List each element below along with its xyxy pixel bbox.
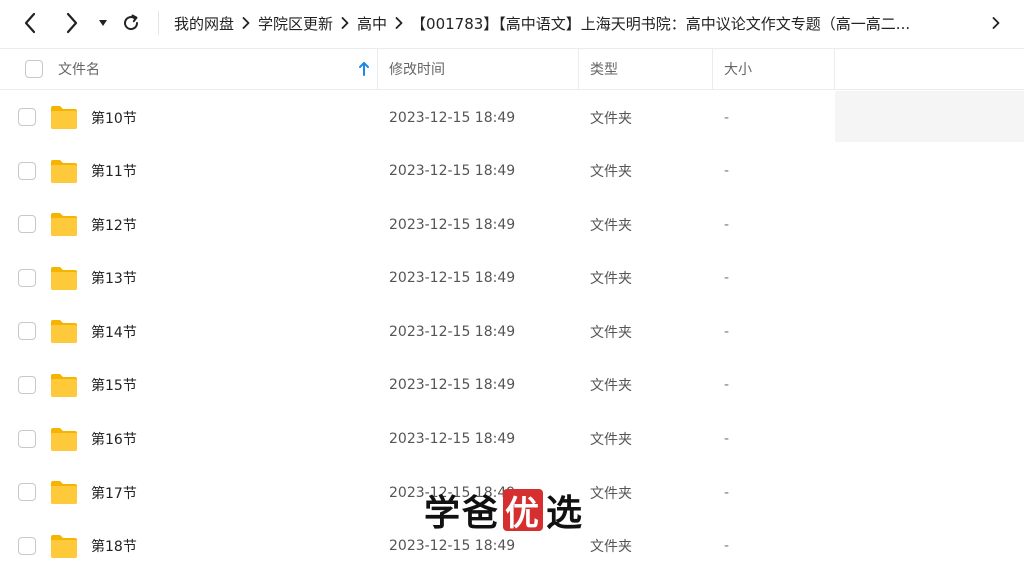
column-header-modified-label: 修改时间	[389, 62, 445, 78]
row-type: 文件夹	[590, 110, 632, 127]
row-name: 第13节	[91, 271, 137, 288]
row-size: -	[724, 538, 730, 555]
column-header-type[interactable]: 类型	[579, 49, 713, 89]
row-type: 文件夹	[590, 539, 632, 556]
column-header-size[interactable]: 大小	[713, 49, 835, 89]
row-modified: 2023-12-15 18:49	[389, 377, 516, 394]
table-row[interactable]: 第15节 2023-12-15 18:49 文件夹 -	[0, 359, 1024, 413]
folder-icon	[51, 427, 77, 451]
forward-button[interactable]	[56, 0, 88, 46]
table-row[interactable]: 第16节 2023-12-15 18:49 文件夹 -	[0, 413, 1024, 467]
column-header-type-label: 类型	[590, 62, 618, 78]
watermark-highlight: 优	[503, 489, 544, 534]
row-name: 第16节	[91, 432, 137, 449]
refresh-icon	[124, 14, 139, 31]
folder-icon	[51, 373, 77, 397]
row-size: -	[724, 431, 730, 448]
row-name: 第12节	[91, 217, 137, 234]
row-checkbox[interactable]	[18, 161, 36, 180]
folder-icon	[51, 481, 77, 505]
table-row[interactable]: 第13节 2023-12-15 18:49 文件夹 -	[0, 252, 1024, 306]
row-modified: 2023-12-15 18:49	[389, 216, 516, 233]
row-name: 第14节	[91, 324, 137, 341]
folder-icon	[51, 213, 77, 237]
row-type: 文件夹	[590, 324, 632, 341]
row-modified: 2023-12-15 18:49	[389, 323, 516, 340]
chevron-left-icon	[24, 12, 36, 34]
row-modified: 2023-12-15 18:49	[389, 163, 516, 180]
row-name: 第15节	[91, 378, 137, 395]
chevron-right-icon	[234, 17, 258, 29]
folder-icon	[51, 534, 77, 558]
row-checkbox[interactable]	[18, 322, 36, 341]
row-type: 文件夹	[590, 164, 632, 181]
column-header-modified[interactable]: 修改时间	[378, 49, 579, 89]
row-name: 第18节	[91, 539, 137, 556]
chevron-right-icon	[66, 12, 78, 34]
toolbar-divider	[158, 11, 159, 35]
watermark: 学爸 优 选	[424, 485, 584, 535]
row-size: -	[724, 216, 730, 233]
folder-icon	[51, 320, 77, 344]
watermark-text-1: 学爸	[424, 493, 501, 534]
table-row[interactable]: 第11节 2023-12-15 18:49 文件夹 -	[0, 145, 1024, 199]
folder-icon	[51, 266, 77, 290]
row-checkbox[interactable]	[18, 536, 36, 555]
row-size: -	[724, 270, 730, 287]
row-type: 文件夹	[590, 432, 632, 449]
row-checkbox[interactable]	[18, 215, 36, 234]
arrow-up-icon[interactable]	[358, 61, 370, 77]
row-modified: 2023-12-15 18:49	[389, 270, 516, 287]
column-header-name[interactable]: 文件名	[0, 49, 378, 89]
row-checkbox[interactable]	[18, 483, 36, 502]
chevron-right-icon	[992, 17, 1000, 29]
breadcrumb-more-button[interactable]	[984, 0, 1008, 46]
row-modified: 2023-12-15 18:49	[389, 431, 516, 448]
row-checkbox[interactable]	[18, 268, 36, 287]
chevron-right-icon	[387, 17, 411, 29]
toolbar: 我的网盘 学院区更新 高中 【001783】【高中语文】上海天明书院：高中议论文…	[0, 0, 1024, 46]
folder-icon	[51, 106, 77, 129]
row-checkbox[interactable]	[18, 108, 36, 126]
row-type: 文件夹	[590, 271, 632, 288]
row-size: -	[724, 484, 730, 501]
row-name: 第11节	[91, 164, 137, 181]
row-type: 文件夹	[590, 485, 632, 502]
row-checkbox[interactable]	[18, 375, 36, 394]
row-modified: 2023-12-15 18:49	[389, 109, 516, 126]
breadcrumb-item-high-school[interactable]: 高中	[357, 13, 387, 34]
history-dropdown-button[interactable]	[94, 0, 112, 46]
row-name: 第10节	[91, 110, 137, 127]
row-checkbox[interactable]	[18, 429, 36, 448]
breadcrumb-item-academy-updates[interactable]: 学院区更新	[258, 13, 333, 34]
row-type: 文件夹	[590, 217, 632, 234]
file-list-header: 文件名 修改时间 类型 大小	[0, 48, 1024, 90]
column-header-size-label: 大小	[724, 62, 752, 78]
caret-down-icon	[99, 20, 107, 26]
breadcrumb: 我的网盘 学院区更新 高中 【001783】【高中语文】上海天明书院：高中议论文…	[174, 0, 1000, 46]
table-row[interactable]: 第14节 2023-12-15 18:49 文件夹 -	[0, 305, 1024, 359]
row-name: 第17节	[91, 485, 137, 502]
back-button[interactable]	[14, 0, 46, 46]
refresh-button[interactable]	[116, 0, 146, 46]
row-size: -	[724, 163, 730, 180]
row-size: -	[724, 109, 730, 126]
chevron-right-icon	[333, 17, 357, 29]
row-type: 文件夹	[590, 378, 632, 395]
breadcrumb-item-my-drive[interactable]: 我的网盘	[174, 13, 234, 34]
table-row[interactable]: 第10节 2023-12-15 18:49 文件夹 -	[0, 91, 1024, 145]
watermark-text-2: 选	[546, 493, 585, 534]
table-row[interactable]: 第12节 2023-12-15 18:49 文件夹 -	[0, 198, 1024, 252]
column-header-name-label: 文件名	[58, 62, 100, 78]
folder-icon	[51, 159, 77, 183]
row-size: -	[724, 323, 730, 340]
breadcrumb-item-current-folder[interactable]: 【001783】【高中语文】上海天明书院：高中议论文作文专题（高一高二...	[411, 13, 910, 34]
row-size: -	[724, 377, 730, 394]
